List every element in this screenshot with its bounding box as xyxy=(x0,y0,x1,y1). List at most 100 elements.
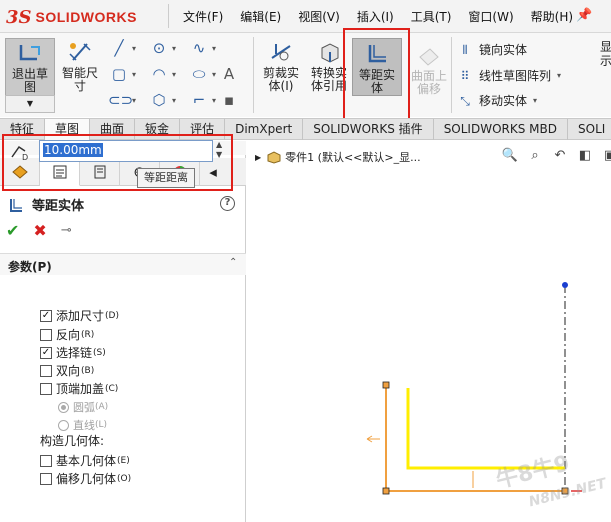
centerline-endpoint[interactable] xyxy=(562,282,568,288)
spline-tool-icon[interactable]: ∿ xyxy=(188,38,210,58)
ellipse-tool-icon[interactable]: ⬭ xyxy=(188,64,210,84)
offset-distance-input[interactable]: 10.00mm xyxy=(39,140,213,162)
sketch-tools-group: ╱ ▾ ⊙ ▾ ∿ ▾ ▢ ▾ ◠ ▾ ⬭ ▾ A ⊂⊃ ▾ ⬡ ▾ ⌐ ▾ ▪ xyxy=(108,38,234,114)
rectangle-dropdown-icon[interactable]: ▾ xyxy=(132,70,140,79)
radio-shortcut: (A) xyxy=(95,402,109,412)
ribbon-separator xyxy=(451,37,452,113)
cancel-x-icon[interactable]: ✖ xyxy=(33,221,46,240)
display-relations-button[interactable]: 显 示 xyxy=(600,40,611,68)
checkbox-label: 反向 xyxy=(56,328,81,342)
tooltip: 等距距离 xyxy=(137,168,195,188)
add-dimensions-checkbox[interactable]: ✓ 添加尺寸 (D) xyxy=(40,307,119,324)
move-dropdown-icon[interactable]: ▾ xyxy=(533,96,537,105)
point-tool-icon[interactable]: ▪ xyxy=(218,90,240,110)
offset-distance-value: 10.00mm xyxy=(43,143,103,157)
checkbox-shortcut: (O) xyxy=(117,473,132,484)
tab-sheet-metal[interactable]: 钣金 xyxy=(135,119,181,140)
reverse-checkbox[interactable]: 反向 (R) xyxy=(40,326,94,343)
fillet-tool-icon[interactable]: ⌐ xyxy=(188,90,210,110)
collapse-chevron-icon[interactable]: ⌃ xyxy=(229,257,237,268)
linear-pattern-dropdown-icon[interactable]: ▾ xyxy=(557,71,561,80)
polygon-tool-icon[interactable]: ⬡ xyxy=(148,90,170,110)
base-geometry-checkbox[interactable]: 基本几何体 (E) xyxy=(40,452,130,469)
bidirectional-checkbox[interactable]: 双向 (B) xyxy=(40,362,94,379)
checkbox-box: ✓ xyxy=(40,309,52,322)
menu-file[interactable]: 文件(F) xyxy=(183,8,223,25)
checkbox-box xyxy=(40,364,52,377)
menu-help[interactable]: 帮助(H) xyxy=(531,8,573,25)
keep-visible-pushpin-icon[interactable]: ⊸ xyxy=(61,223,72,238)
tab-addins[interactable]: SOLIDWORKS 插件 xyxy=(303,119,434,140)
exit-sketch-dropdown[interactable]: ▼ xyxy=(5,95,55,113)
page-title: 等距实体 xyxy=(32,199,85,214)
mirror-icon: ⫴ xyxy=(462,42,468,57)
tab-surfaces[interactable]: 曲面 xyxy=(90,119,136,140)
offset-entities-label: 等距实 体 xyxy=(358,68,395,95)
checkbox-box xyxy=(40,472,52,485)
checkbox-shortcut: (R) xyxy=(81,329,95,340)
property-manager-tab-icon[interactable] xyxy=(40,158,80,186)
manager-tabs-scroll-icon[interactable]: ◂ xyxy=(200,158,226,186)
tab-dimxpert[interactable]: DimXpert xyxy=(225,119,304,140)
ok-check-icon[interactable]: ✔ xyxy=(6,221,19,240)
linear-pattern-button[interactable]: ⠿ 线性草图阵列 ▾ xyxy=(456,67,561,84)
line-tool-icon[interactable]: ╱ xyxy=(108,38,130,58)
circle-dropdown-icon[interactable]: ▾ xyxy=(172,44,180,53)
smart-dimension-button[interactable]: 智能尺 寸 xyxy=(58,40,102,93)
menu-tools[interactable]: 工具(T) xyxy=(411,8,452,25)
cap-lines-radio[interactable]: 直线 (L) xyxy=(58,417,107,433)
profile-endpoint[interactable] xyxy=(382,487,390,495)
profile-endpoint[interactable] xyxy=(382,381,390,389)
checkbox-box xyxy=(40,454,52,467)
text-tool-icon[interactable]: A xyxy=(218,64,240,84)
mirror-label: 镜向实体 xyxy=(479,43,528,57)
tab-sketch[interactable]: 草图 xyxy=(45,119,91,140)
tab-evaluate[interactable]: 评估 xyxy=(180,119,226,140)
rectangle-tool-icon[interactable]: ▢ xyxy=(108,64,130,84)
convert-entities-button[interactable]: 转换实 体引用 xyxy=(306,40,352,93)
slot-dropdown-icon[interactable]: ▾ xyxy=(132,96,140,105)
profile-endpoint[interactable] xyxy=(561,487,569,495)
solidworks-logo[interactable]: 3S SOLIDWORKS xyxy=(6,6,137,28)
selected-profile[interactable] xyxy=(385,385,565,492)
trim-entities-button[interactable]: 剪裁实 体(I) xyxy=(258,40,304,93)
checkbox-box xyxy=(40,328,52,341)
offset-on-surface-label: 曲面上 偏移 xyxy=(410,69,447,96)
tab-features[interactable]: 特征 xyxy=(0,119,46,140)
tab-mbd[interactable]: SOLIDWORKS MBD xyxy=(434,119,568,140)
parameters-group-header[interactable]: 参数(P) ⌃ xyxy=(0,253,246,275)
line-dropdown-icon[interactable]: ▾ xyxy=(132,44,140,53)
menu-view[interactable]: 视图(V) xyxy=(298,8,340,25)
cap-arcs-radio[interactable]: 圆弧 (A) xyxy=(58,399,108,415)
configuration-manager-tab-icon[interactable] xyxy=(80,158,120,186)
arc-dropdown-icon[interactable]: ▾ xyxy=(172,70,180,79)
convert-label: 转换实 体引用 xyxy=(310,66,347,93)
move-entities-button[interactable]: ⤡ 移动实体 ▾ xyxy=(456,92,537,109)
menu-insert[interactable]: 插入(I) xyxy=(357,8,394,25)
help-icon[interactable]: ? xyxy=(220,196,235,211)
select-chain-checkbox[interactable]: ✓ 选择链 (S) xyxy=(40,344,106,361)
pin-icon[interactable]: 📌 xyxy=(576,8,592,23)
arc-tool-icon[interactable]: ◠ xyxy=(148,64,170,84)
offset-distance-spinner[interactable]: ▲ ▼ xyxy=(216,140,226,160)
mirror-entities-button[interactable]: ⫴ 镜向实体 xyxy=(456,41,527,58)
slot-tool-icon[interactable]: ⊂⊃ xyxy=(108,90,133,110)
menu-window[interactable]: 窗口(W) xyxy=(468,8,513,25)
offset-on-surface-button[interactable]: 曲面上 偏移 xyxy=(404,43,454,96)
brand-name: SOLIDWORKS xyxy=(35,9,137,25)
checkbox-label: 添加尺寸 xyxy=(56,309,105,323)
feature-manager-tab-icon[interactable] xyxy=(0,158,40,186)
spline-dropdown-icon[interactable]: ▾ xyxy=(212,44,220,53)
title-bar: 3S SOLIDWORKS 文件(F) 编辑(E) 视图(V) 插入(I) 工具… xyxy=(0,0,611,33)
tab-overflow[interactable]: SOLI xyxy=(568,119,611,140)
manager-tabs: ⊕ ◂ xyxy=(0,158,246,186)
graphics-area[interactable]: ▶ 零件1 (默认<<默认>_显... 🔍 ⌕ ↶ ◧ ▣ xyxy=(247,141,611,522)
exit-sketch-button[interactable]: 退出草 图 xyxy=(5,38,55,98)
ds-logo-mark: 3S xyxy=(6,6,32,28)
offset-geometry-checkbox[interactable]: 偏移几何体 (O) xyxy=(40,470,131,487)
circle-tool-icon[interactable]: ⊙ xyxy=(148,38,170,58)
cap-ends-checkbox[interactable]: 顶端加盖 (C) xyxy=(40,380,118,397)
menu-edit[interactable]: 编辑(E) xyxy=(240,8,281,25)
polygon-dropdown-icon[interactable]: ▾ xyxy=(172,96,180,105)
offset-entities-button[interactable]: 等距实 体 xyxy=(352,38,402,96)
